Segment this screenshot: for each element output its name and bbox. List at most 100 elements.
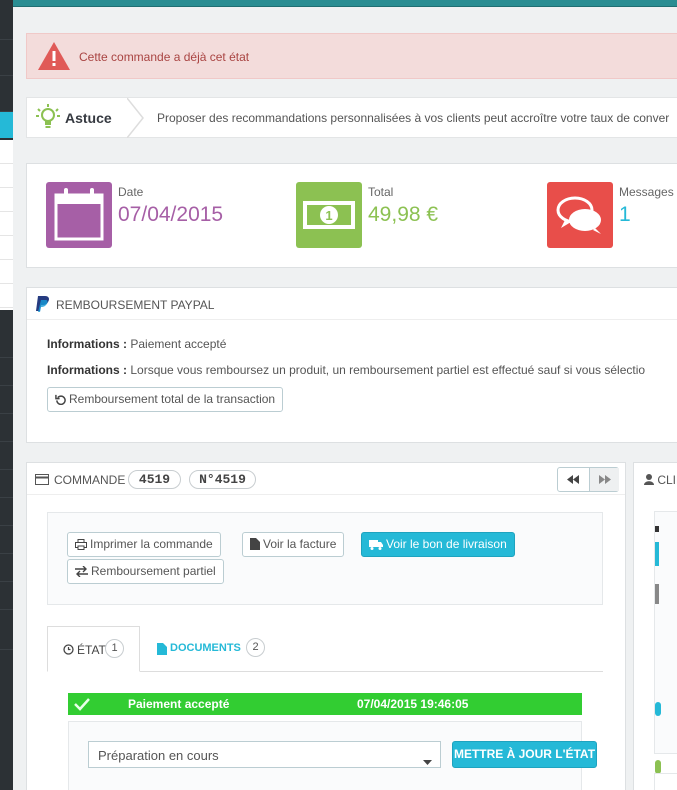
undo-icon <box>55 394 66 406</box>
header-bar <box>13 0 677 7</box>
order-state-select[interactable]: Préparation en cours <box>88 741 441 768</box>
tab-documents[interactable]: DOCUMENTS 2 <box>157 626 267 672</box>
sidebar-subitem[interactable] <box>0 284 13 308</box>
sidebar-item[interactable] <box>0 414 13 442</box>
info-label: Informations : <box>47 337 127 351</box>
kpi-total-title: Total <box>368 185 394 199</box>
partial-refund-button[interactable]: Remboursement partiel <box>67 559 224 584</box>
previous-order-button[interactable] <box>558 468 588 491</box>
sidebar-item[interactable] <box>0 76 13 112</box>
sidebar-item-active[interactable] <box>0 112 13 138</box>
calendar-icon <box>46 182 112 248</box>
truncated-badge <box>655 760 661 774</box>
sidebar-subitem[interactable] <box>0 140 13 164</box>
view-delivery-slip-label: Voir le bon de livraison <box>386 537 507 551</box>
order-actions-well: Imprimer la commande Voir la facture Voi… <box>47 512 603 605</box>
kpi-messages-title: Messages <box>619 185 674 199</box>
truncated-link[interactable] <box>655 542 659 566</box>
credit-card-icon <box>35 474 49 488</box>
tab-documents-label: DOCUMENTS <box>170 642 241 654</box>
sidebar-subitem[interactable] <box>0 188 13 212</box>
file-icon <box>157 643 167 658</box>
sidebar-item[interactable] <box>0 582 13 610</box>
next-order-button[interactable] <box>589 468 619 491</box>
update-state-button[interactable]: METTRE À JOUR L'ÉTAT <box>452 741 597 768</box>
svg-text:1: 1 <box>325 208 332 223</box>
paypal-info-line-1: Informations : Paiement accepté <box>47 337 226 351</box>
sidebar-subitem[interactable] <box>0 164 13 188</box>
info-value: Paiement accepté <box>130 337 227 351</box>
error-alert: Cette commande a déjà cet état <box>26 33 677 79</box>
forward-icon <box>599 475 611 484</box>
view-invoice-label: Voir la facture <box>263 537 337 551</box>
sidebar-item[interactable] <box>0 526 13 554</box>
kpi-messages-value: 1 <box>619 203 631 226</box>
paypal-info-line-2: Informations : Lorsque vous remboursez u… <box>47 363 645 377</box>
sidebar-item[interactable] <box>0 386 13 414</box>
sidebar-subitem[interactable] <box>0 260 13 284</box>
tab-status-count: 1 <box>105 639 124 658</box>
sidebar-item[interactable] <box>0 40 13 76</box>
sidebar-item[interactable] <box>0 610 13 650</box>
order-id-badge: 4519 <box>128 470 181 489</box>
partial-refund-label: Remboursement partiel <box>91 564 216 578</box>
checkmark-icon <box>74 697 90 714</box>
tab-documents-count: 2 <box>246 638 265 657</box>
view-delivery-slip-button[interactable]: Voir le bon de livraison <box>361 532 515 557</box>
tab-status[interactable]: ÉTAT 1 <box>47 626 140 672</box>
order-panel-title: COMMANDE <box>54 473 126 487</box>
user-icon <box>644 474 654 485</box>
admin-sidebar <box>0 0 13 790</box>
print-order-button[interactable]: Imprimer la commande <box>67 532 221 557</box>
truck-icon <box>369 540 383 550</box>
sidebar-item[interactable] <box>0 498 13 526</box>
warning-icon <box>36 40 72 75</box>
printer-icon <box>75 539 87 550</box>
order-kpi-panel: Date 07/04/2015 1 Total 49,98 € Messages… <box>26 163 677 268</box>
file-icon <box>250 538 260 550</box>
tip-header: Astuce <box>27 97 144 139</box>
update-status-form: Préparation en cours METTRE À JOUR L'ÉTA… <box>68 721 597 790</box>
sidebar-subitem[interactable] <box>0 236 13 260</box>
kpi-date-title: Date <box>118 185 144 199</box>
backward-icon <box>567 475 579 484</box>
tip-message: Proposer des recommandations personnalis… <box>157 111 670 125</box>
lightbulb-icon <box>36 104 60 135</box>
kpi-date-value: 07/04/2015 <box>118 203 224 226</box>
alert-message: Cette commande a déjà cet état <box>79 50 250 64</box>
tab-status-label: ÉTAT <box>77 643 106 657</box>
chat-bubbles-icon <box>547 182 613 248</box>
sidebar-submenu <box>0 140 13 310</box>
client-panel: CLIE <box>633 462 677 790</box>
status-date: 07/04/2015 19:46:05 <box>357 697 469 711</box>
sidebar-item[interactable] <box>0 442 13 470</box>
view-invoice-button[interactable]: Voir la facture <box>242 532 345 557</box>
sidebar-item[interactable] <box>0 0 13 40</box>
clock-icon <box>63 644 74 658</box>
order-panel: COMMANDE 4519 N°4519 Imprimer la command… <box>26 462 626 790</box>
sidebar-item[interactable] <box>0 554 13 582</box>
banknote-icon: 1 <box>296 182 362 248</box>
paypal-panel-title: REMBOURSEMENT PAYPAL <box>56 298 215 312</box>
full-refund-button[interactable]: Remboursement total de la transaction <box>47 387 284 412</box>
exchange-icon <box>75 565 88 578</box>
status-name: Paiement accepté <box>128 697 230 711</box>
print-order-label: Imprimer la commande <box>90 537 213 551</box>
client-panel-header: CLIE <box>644 473 677 487</box>
panel-header: COMMANDE 4519 N°4519 <box>27 463 625 495</box>
sidebar-item[interactable] <box>0 330 13 358</box>
sidebar-subitem[interactable] <box>0 212 13 236</box>
sidebar-item[interactable] <box>0 358 13 386</box>
order-ref-badge: N°4519 <box>189 470 256 489</box>
tip-banner: Astuce Proposer des recommandations pers… <box>26 97 677 139</box>
truncated-marker <box>655 526 659 532</box>
client-panel-title: CLIE <box>657 473 677 487</box>
tip-label: Astuce <box>65 110 112 126</box>
panel-header: REMBOURSEMENT PAYPAL <box>27 288 677 320</box>
current-status-row: Paiement accepté 07/04/2015 19:46:05 <box>68 693 582 715</box>
paypal-refund-panel: REMBOURSEMENT PAYPAL Informations : Paie… <box>26 287 677 443</box>
paypal-icon <box>35 295 51 316</box>
selected-state: Préparation en cours <box>98 748 219 763</box>
truncated-text <box>655 584 659 604</box>
sidebar-item[interactable] <box>0 470 13 498</box>
